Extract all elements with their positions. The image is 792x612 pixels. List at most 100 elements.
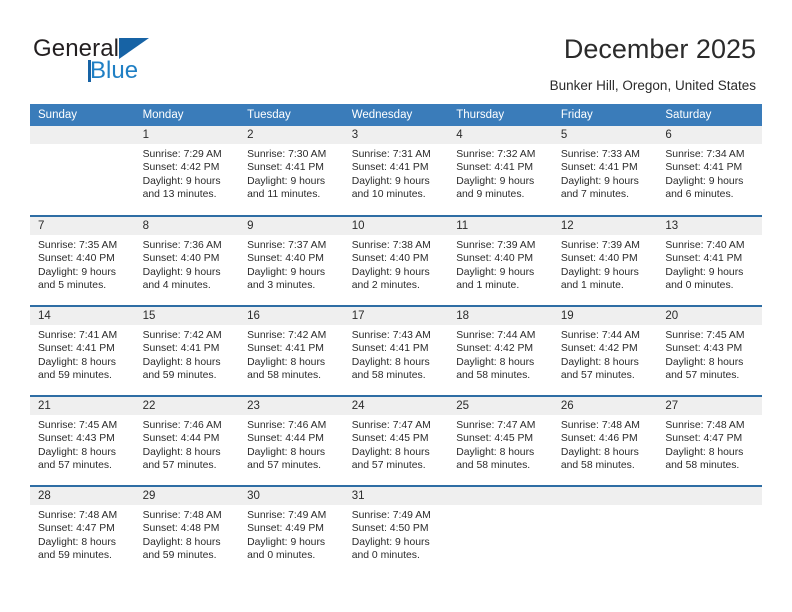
day-info-line: Sunset: 4:40 PM xyxy=(38,253,115,265)
calendar-day-cell[interactable]: 23 Sunrise: 7:46 AM Sunset: 4:44 PM Dayligh… xyxy=(239,395,344,486)
day-sun-info: Sunrise: 7:45 AM Sunset: 4:43 PM Daylight:… xyxy=(657,325,762,383)
calendar-day-cell[interactable]: 5 Sunrise: 7:33 AM Sunset: 4:41 PM Daylight… xyxy=(552,126,658,216)
calendar-day-cell[interactable]: 21 Sunrise: 7:45 AM Sunset: 4:43 PM Dayligh… xyxy=(30,395,135,486)
day-sun-info: Sunrise: 7:39 AM Sunset: 4:40 PM Daylight:… xyxy=(553,235,658,293)
calendar-day-cell[interactable]: 6 Sunrise: 7:34 AM Sunset: 4:41 PM Daylight… xyxy=(657,126,762,216)
calendar-day-cell[interactable]: 7 Sunrise: 7:35 AM Sunset: 4:40 PM Daylight… xyxy=(30,215,135,306)
day-info-line: Sunset: 4:50 PM xyxy=(351,523,429,535)
day-info-line: Sunset: 4:42 PM xyxy=(560,343,638,355)
day-info-line: Daylight: 9 hours xyxy=(142,266,221,278)
weekday-header-thursday: Thursday xyxy=(448,104,553,126)
day-sun-info: Sunrise: 7:34 AM Sunset: 4:41 PM Daylight:… xyxy=(657,144,762,202)
day-number: 9 xyxy=(239,217,344,235)
day-info-line: Sunrise: 7:33 AM xyxy=(560,149,640,160)
day-info-line: and 58 minutes. xyxy=(456,460,531,472)
calendar-day-cell[interactable]: 29 Sunrise: 7:48 AM Sunset: 4:48 PM Dayligh… xyxy=(134,485,240,576)
calendar-day-cell[interactable]: 28 Sunrise: 7:48 AM Sunset: 4:47 PM Dayligh… xyxy=(30,485,135,576)
day-sun-info: Sunrise: 7:48 AM Sunset: 4:48 PM Daylight:… xyxy=(135,505,240,563)
weekday-header-saturday: Saturday xyxy=(657,104,762,126)
day-sun-info: Sunrise: 7:42 AM Sunset: 4:41 PM Daylight:… xyxy=(135,325,240,383)
calendar-day-cell[interactable]: 15 Sunrise: 7:42 AM Sunset: 4:41 PM Dayligh… xyxy=(134,305,240,396)
calendar-day-cell[interactable]: 22 Sunrise: 7:46 AM Sunset: 4:44 PM Dayligh… xyxy=(134,395,240,486)
day-info-line: Sunset: 4:41 PM xyxy=(456,162,534,174)
calendar-day-cell[interactable]: 9 Sunrise: 7:37 AM Sunset: 4:40 PM Daylight… xyxy=(239,215,344,306)
day-number xyxy=(552,487,658,505)
calendar-week-row: 28 Sunrise: 7:48 AM Sunset: 4:47 PM Dayligh… xyxy=(30,485,762,576)
day-info-line: Sunrise: 7:31 AM xyxy=(351,149,431,160)
day-info-line: and 57 minutes. xyxy=(665,370,740,382)
calendar-day-cell[interactable]: 13 Sunrise: 7:40 AM Sunset: 4:41 PM Dayligh… xyxy=(657,215,762,306)
day-info-line: Daylight: 8 hours xyxy=(560,356,639,368)
day-info-line: Sunrise: 7:38 AM xyxy=(351,240,431,251)
triangle-flag-icon xyxy=(119,38,149,59)
calendar-week-row: 1 Sunrise: 7:29 AM Sunset: 4:42 PM Daylight… xyxy=(30,126,762,216)
day-info-line: Daylight: 9 hours xyxy=(247,536,326,548)
day-info-line: and 0 minutes. xyxy=(665,280,734,292)
day-info-line: Sunset: 4:41 PM xyxy=(142,343,220,355)
calendar-day-cell[interactable]: 14 Sunrise: 7:41 AM Sunset: 4:41 PM Dayligh… xyxy=(30,305,135,396)
page-header: General Blue December 2025 Bunker Hill, … xyxy=(0,0,792,98)
day-info-line: and 59 minutes. xyxy=(142,370,217,382)
day-info-line: and 58 minutes. xyxy=(351,370,426,382)
day-info-line: Sunrise: 7:42 AM xyxy=(247,330,327,341)
calendar-day-cell[interactable]: 31 Sunrise: 7:49 AM Sunset: 4:50 PM Dayligh… xyxy=(343,485,449,576)
day-sun-info: Sunrise: 7:45 AM Sunset: 4:43 PM Daylight:… xyxy=(30,415,135,473)
day-info-line: Daylight: 9 hours xyxy=(247,266,326,278)
day-number: 13 xyxy=(657,217,762,235)
day-info-line: Sunset: 4:44 PM xyxy=(142,433,220,445)
day-info-line: Sunrise: 7:43 AM xyxy=(351,330,431,341)
calendar-day-cell[interactable]: 12 Sunrise: 7:39 AM Sunset: 4:40 PM Dayligh… xyxy=(552,215,658,306)
day-number: 29 xyxy=(134,487,240,505)
day-info-line: Daylight: 9 hours xyxy=(351,175,430,187)
calendar-day-cell[interactable]: 11 Sunrise: 7:39 AM Sunset: 4:40 PM Dayligh… xyxy=(448,215,553,306)
calendar-day-cell[interactable]: 1 Sunrise: 7:29 AM Sunset: 4:42 PM Daylight… xyxy=(134,126,240,216)
day-info-line: Daylight: 8 hours xyxy=(247,446,326,458)
calendar-day-cell[interactable]: 17 Sunrise: 7:43 AM Sunset: 4:41 PM Dayligh… xyxy=(343,305,449,396)
calendar-day-cell[interactable]: 25 Sunrise: 7:47 AM Sunset: 4:45 PM Dayligh… xyxy=(448,395,553,486)
day-sun-info: Sunrise: 7:31 AM Sunset: 4:41 PM Daylight:… xyxy=(344,144,449,202)
day-sun-info: Sunrise: 7:48 AM Sunset: 4:46 PM Daylight:… xyxy=(553,415,658,473)
calendar-day-cell[interactable]: 26 Sunrise: 7:48 AM Sunset: 4:46 PM Dayligh… xyxy=(552,395,658,486)
day-info-line: Daylight: 8 hours xyxy=(142,536,221,548)
day-info-line: Sunrise: 7:42 AM xyxy=(142,330,222,341)
day-info-line: Sunset: 4:40 PM xyxy=(351,253,429,265)
calendar-day-cell[interactable]: 10 Sunrise: 7:38 AM Sunset: 4:40 PM Dayligh… xyxy=(343,215,449,306)
weekday-header-friday: Friday xyxy=(552,104,658,126)
day-number xyxy=(448,487,553,505)
calendar-day-cell[interactable]: 19 Sunrise: 7:44 AM Sunset: 4:42 PM Dayligh… xyxy=(552,305,658,396)
day-sun-info: Sunrise: 7:47 AM Sunset: 4:45 PM Daylight:… xyxy=(344,415,449,473)
calendar-day-cell[interactable]: 24 Sunrise: 7:47 AM Sunset: 4:45 PM Dayligh… xyxy=(343,395,449,486)
day-number: 6 xyxy=(657,126,762,144)
calendar-body: 1 Sunrise: 7:29 AM Sunset: 4:42 PM Daylight… xyxy=(30,126,762,576)
calendar-day-cell[interactable]: 20 Sunrise: 7:45 AM Sunset: 4:43 PM Dayligh… xyxy=(657,305,762,396)
day-info-line: Sunset: 4:42 PM xyxy=(142,162,220,174)
calendar-day-cell[interactable]: 27 Sunrise: 7:48 AM Sunset: 4:47 PM Dayligh… xyxy=(657,395,762,486)
weekday-header-wednesday: Wednesday xyxy=(343,104,449,126)
day-info-line: Sunrise: 7:49 AM xyxy=(351,510,431,521)
calendar-day-cell[interactable]: 30 Sunrise: 7:49 AM Sunset: 4:49 PM Dayligh… xyxy=(239,485,344,576)
calendar-day-cell[interactable]: 4 Sunrise: 7:32 AM Sunset: 4:41 PM Daylight… xyxy=(448,126,553,216)
calendar-day-cell[interactable]: 8 Sunrise: 7:36 AM Sunset: 4:40 PM Daylight… xyxy=(134,215,240,306)
weekday-header-monday: Monday xyxy=(134,104,240,126)
calendar-day-cell-empty xyxy=(448,485,553,576)
calendar-day-cell[interactable]: 3 Sunrise: 7:31 AM Sunset: 4:41 PM Daylight… xyxy=(343,126,449,216)
calendar-day-cell[interactable]: 16 Sunrise: 7:42 AM Sunset: 4:41 PM Dayligh… xyxy=(239,305,344,396)
day-info-line: and 7 minutes. xyxy=(560,189,629,201)
day-sun-info: Sunrise: 7:43 AM Sunset: 4:41 PM Daylight:… xyxy=(344,325,449,383)
day-info-line: Sunrise: 7:36 AM xyxy=(142,240,222,251)
calendar-week-row: 21 Sunrise: 7:45 AM Sunset: 4:43 PM Dayligh… xyxy=(30,395,762,486)
day-info-line: Sunrise: 7:48 AM xyxy=(38,510,118,521)
day-info-line: Sunrise: 7:46 AM xyxy=(142,420,222,431)
calendar-week-row: 7 Sunrise: 7:35 AM Sunset: 4:40 PM Daylight… xyxy=(30,215,762,306)
day-info-line: Sunrise: 7:46 AM xyxy=(247,420,327,431)
day-info-line: and 57 minutes. xyxy=(351,460,426,472)
weekday-header-row: Sunday Monday Tuesday Wednesday Thursday Frid… xyxy=(30,104,762,126)
calendar-day-cell[interactable]: 18 Sunrise: 7:44 AM Sunset: 4:42 PM Dayligh… xyxy=(448,305,553,396)
calendar-week-row: 14 Sunrise: 7:41 AM Sunset: 4:41 PM Dayligh… xyxy=(30,305,762,396)
calendar-day-cell[interactable]: 2 Sunrise: 7:30 AM Sunset: 4:41 PM Daylight… xyxy=(239,126,344,216)
day-info-line: and 1 minute. xyxy=(560,280,624,292)
day-info-line: Daylight: 8 hours xyxy=(38,356,116,368)
day-number: 3 xyxy=(343,126,449,144)
general-blue-logo[interactable]: General Blue xyxy=(33,36,163,84)
day-number: 16 xyxy=(239,307,344,325)
